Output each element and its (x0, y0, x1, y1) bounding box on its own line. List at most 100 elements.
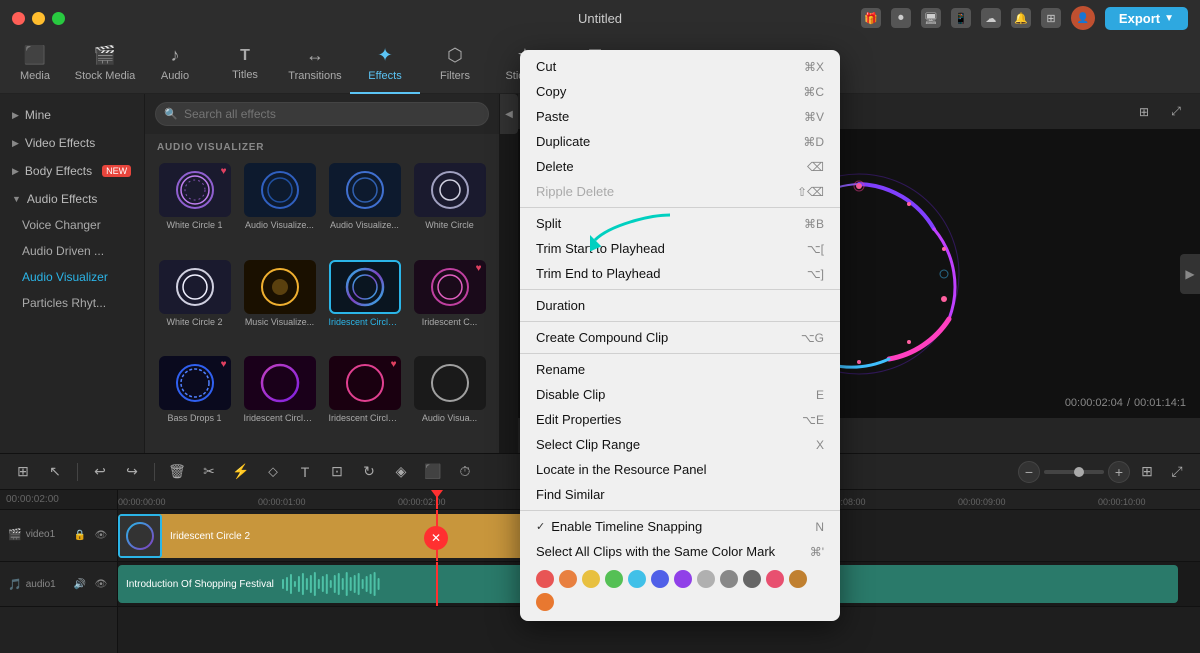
toolbar-item-stock[interactable]: 🎬 Stock Media (70, 36, 140, 94)
timeline-settings-icon[interactable]: ⊞ (1134, 459, 1160, 485)
menu-item-disable-clip[interactable]: Disable Clip E (520, 382, 840, 407)
expand-icon[interactable]: ⤢ (1164, 100, 1188, 124)
effect-item-iridescent-circle-5[interactable]: ♥ Iridescent Circle 5 (325, 356, 404, 447)
video-label: video1 (26, 529, 55, 540)
crop-button[interactable]: ⊡ (324, 459, 350, 485)
effect-item-white-circle[interactable]: White Circle (410, 163, 489, 254)
effect-item-iridescent-circle-2[interactable]: Iridescent Circle 2 (325, 260, 404, 351)
bell-icon[interactable]: 🔔 (1011, 8, 1031, 28)
effect-item-iridescent-circle-3[interactable]: Iridescent Circle 3 (240, 356, 319, 447)
effect-item-audio-viz-1[interactable]: Audio Visualize... (240, 163, 319, 254)
swatch-dark-gray[interactable] (743, 570, 761, 588)
sidebar-item-audio-visualizer[interactable]: Audio Visualizer (0, 264, 144, 290)
toolbar-item-filters[interactable]: ⬡ Filters (420, 36, 490, 94)
swatch-orange[interactable] (559, 570, 577, 588)
split-button[interactable]: ⚡ (228, 459, 254, 485)
menu-item-find-similar[interactable]: Find Similar (520, 482, 840, 507)
zoom-slider[interactable] (1044, 470, 1104, 474)
effect-item-white-circle-2[interactable]: White Circle 2 (155, 260, 234, 351)
sidebar-group-mine-header[interactable]: ▶ Mine (0, 102, 144, 128)
swatch-green[interactable] (605, 570, 623, 588)
menu-item-enable-snapping[interactable]: ✓ Enable Timeline Snapping N (520, 514, 840, 539)
timeline-select-icon[interactable]: ↖ (42, 459, 68, 485)
menu-item-cut[interactable]: Cut ⌘X (520, 54, 840, 79)
swatch-purple[interactable] (674, 570, 692, 588)
swatch-brown[interactable] (789, 570, 807, 588)
effect-item-audio-visual[interactable]: Audio Visua... (410, 356, 489, 447)
effect-item-music-viz[interactable]: Music Visualize... (240, 260, 319, 351)
swatch-gray[interactable] (720, 570, 738, 588)
swatch-red[interactable] (536, 570, 554, 588)
sidebar-group-body-header[interactable]: ▶ Body Effects NEW (0, 158, 144, 184)
menu-item-delete[interactable]: Delete ⌫ (520, 154, 840, 179)
export-button[interactable]: Export ▼ (1105, 7, 1188, 30)
minimize-button[interactable] (32, 12, 45, 25)
undo-button[interactable]: ↩ (87, 459, 113, 485)
timeline-grid-icon[interactable]: ⊞ (10, 459, 36, 485)
track-eye-icon[interactable]: 👁 (93, 576, 109, 592)
swatch-amber[interactable] (536, 593, 554, 611)
menu-item-trim-end[interactable]: Trim End to Playhead ⌥] (520, 261, 840, 286)
track-mute-icon[interactable]: 🔊 (72, 576, 88, 592)
swatch-silver[interactable] (697, 570, 715, 588)
speed-button[interactable]: T (292, 459, 318, 485)
toolbar-item-titles[interactable]: T Titles (210, 36, 280, 94)
track-lock-icon[interactable]: 🔒 (72, 528, 88, 544)
sidebar-group-audio-header[interactable]: ▼ Audio Effects (0, 186, 144, 212)
sidebar-item-audio-driven[interactable]: Audio Driven ... (0, 238, 144, 264)
effect-item-white-circle-1[interactable]: ♥ White Circle 1 (155, 163, 234, 254)
menu-item-locate[interactable]: Locate in the Resource Panel (520, 457, 840, 482)
timeline-expand-icon[interactable]: ⤢ (1164, 459, 1190, 485)
timer-button[interactable]: ⏱ (452, 459, 478, 485)
menu-item-edit-properties[interactable]: Edit Properties ⌥E (520, 407, 840, 432)
effect-item-bass-drops-1[interactable]: ♥ Bass Drops 1 (155, 356, 234, 447)
grid-view-icon[interactable]: ⊞ (1132, 100, 1156, 124)
toolbar-item-audio[interactable]: ♪ Audio (140, 36, 210, 94)
menu-item-rename[interactable]: Rename (520, 357, 840, 382)
menu-item-create-compound[interactable]: Create Compound Clip ⌥G (520, 325, 840, 350)
menu-item-paste[interactable]: Paste ⌘V (520, 104, 840, 129)
zoom-in-button[interactable]: + (1108, 461, 1130, 483)
rotate-button[interactable]: ↻ (356, 459, 382, 485)
cloud-icon[interactable]: ☁ (981, 8, 1001, 28)
sidebar-item-voice-changer[interactable]: Voice Changer (0, 212, 144, 238)
effect-item-audio-viz-2[interactable]: Audio Visualize... (325, 163, 404, 254)
menu-item-copy[interactable]: Copy ⌘C (520, 79, 840, 104)
menu-item-duration[interactable]: Duration (520, 293, 840, 318)
search-input[interactable] (155, 102, 489, 126)
menu-item-select-same-color[interactable]: Select All Clips with the Same Color Mar… (520, 539, 840, 564)
toolbar-item-transitions[interactable]: ↔ Transitions (280, 36, 350, 94)
gift-icon[interactable]: 🎁 (861, 8, 881, 28)
zoom-out-button[interactable]: − (1018, 461, 1040, 483)
sidebar-group-video-effects: ▶ Video Effects (0, 130, 144, 156)
toolbar-item-effects[interactable]: ✦ Effects (350, 36, 420, 94)
swatch-pink[interactable] (766, 570, 784, 588)
cut-tool-button[interactable]: ✂ (196, 459, 222, 485)
sidebar-item-particles[interactable]: Particles Rhyt... (0, 290, 144, 316)
fullscreen-button[interactable] (52, 12, 65, 25)
menu-item-duplicate[interactable]: Duplicate ⌘D (520, 129, 840, 154)
redo-button[interactable]: ↪ (119, 459, 145, 485)
swatch-blue[interactable] (651, 570, 669, 588)
track-eye-icon[interactable]: 👁 (93, 528, 109, 544)
phone-icon[interactable]: 📱 (951, 8, 971, 28)
panel-collapse-button[interactable]: ◀ (500, 94, 518, 134)
record-icon[interactable]: ⏺ (891, 8, 911, 28)
menu-item-split[interactable]: Split ⌘B (520, 211, 840, 236)
color-button[interactable]: ⬛ (420, 459, 446, 485)
effect-item-iridescent-c[interactable]: ♥ Iridescent C... (410, 260, 489, 351)
sidebar-group-video-header[interactable]: ▶ Video Effects (0, 130, 144, 156)
monitor-icon[interactable]: 🖥 (921, 8, 941, 28)
menu-item-select-clip-range[interactable]: Select Clip Range X (520, 432, 840, 457)
close-button[interactable] (12, 12, 25, 25)
add-marker-button[interactable]: ⬦ (260, 459, 286, 485)
preview-play-button[interactable]: ▶ (1180, 254, 1200, 294)
swatch-yellow[interactable] (582, 570, 600, 588)
menu-item-trim-start[interactable]: Trim Start to Playhead ⌥[ (520, 236, 840, 261)
effects-settings-button[interactable]: ◈ (388, 459, 414, 485)
avatar[interactable]: 👤 (1071, 6, 1095, 30)
delete-button[interactable]: 🗑 (164, 459, 190, 485)
grid-icon[interactable]: ⊞ (1041, 8, 1061, 28)
toolbar-item-media[interactable]: ⬛ Media (0, 36, 70, 94)
swatch-cyan[interactable] (628, 570, 646, 588)
